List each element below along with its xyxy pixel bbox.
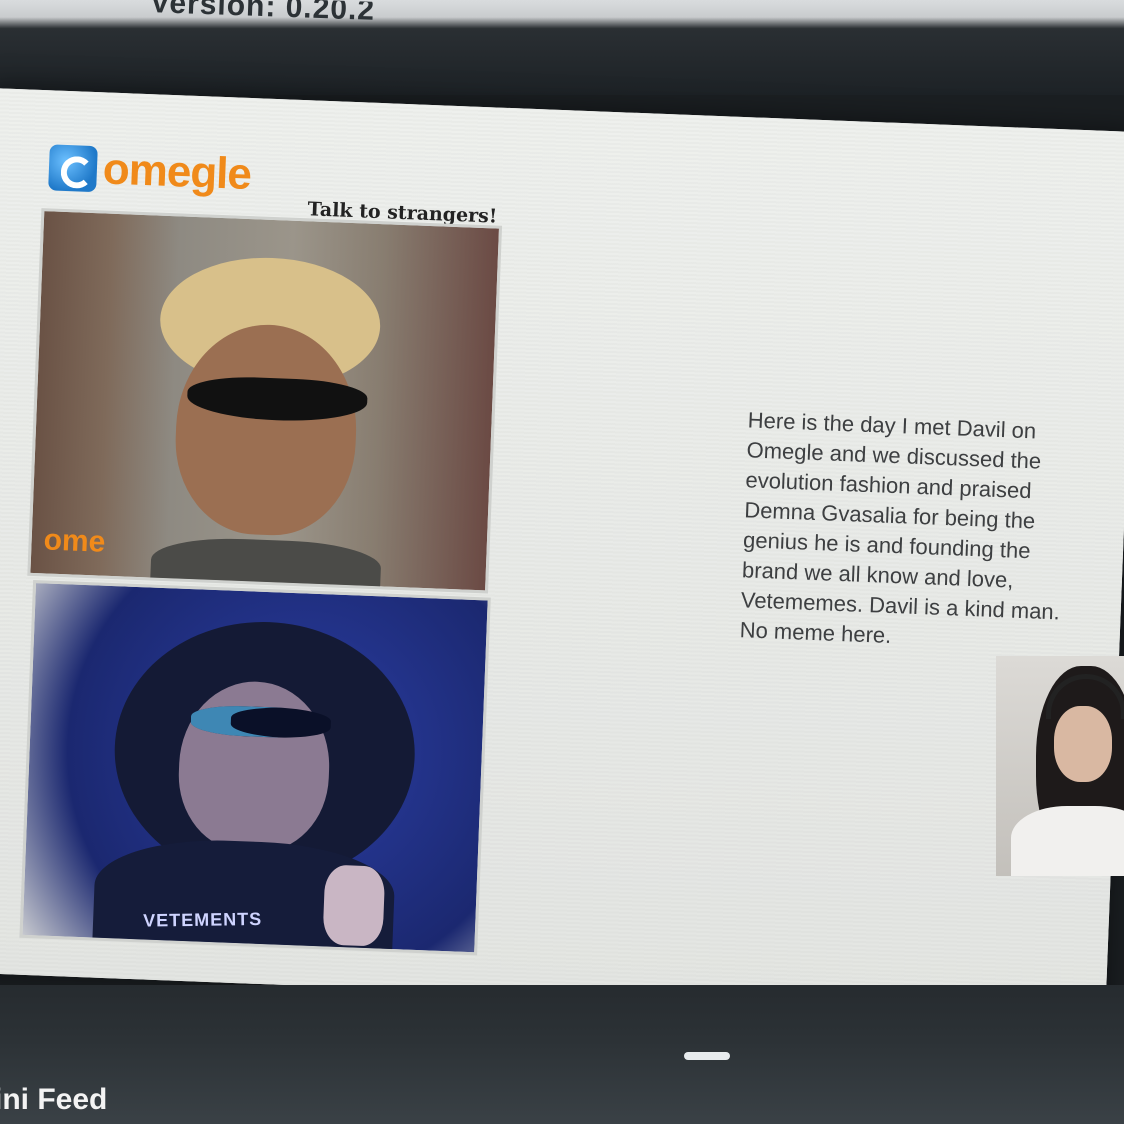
omegle-watermark: ome — [43, 523, 106, 559]
version-text: Version: 0.20.2 — [149, 0, 376, 27]
bottom-bar — [0, 985, 1124, 1124]
omegle-logo: omegle — [48, 142, 252, 200]
self-video: VETEMENTS — [19, 580, 491, 956]
mini-feed-label[interactable]: ini Feed — [0, 1083, 107, 1117]
top-bar: Version: 0.20.2 — [0, 0, 1124, 95]
omegle-logo-text: omegle — [102, 144, 252, 200]
projected-slide: omegle Talk to strangers! ome VETEMENTS … — [0, 88, 1124, 1017]
stranger-video: ome — [27, 208, 503, 594]
scroll-handle[interactable] — [684, 1052, 730, 1060]
shirt-print: VETEMENTS — [143, 908, 263, 931]
omegle-logo-icon — [48, 144, 98, 193]
thumbs-up-hand — [322, 864, 386, 947]
presenter-webcam — [996, 656, 1124, 876]
slide-caption: Here is the day I met Davil on Omegle an… — [739, 407, 1061, 648]
presenter-shirt — [1011, 806, 1124, 876]
